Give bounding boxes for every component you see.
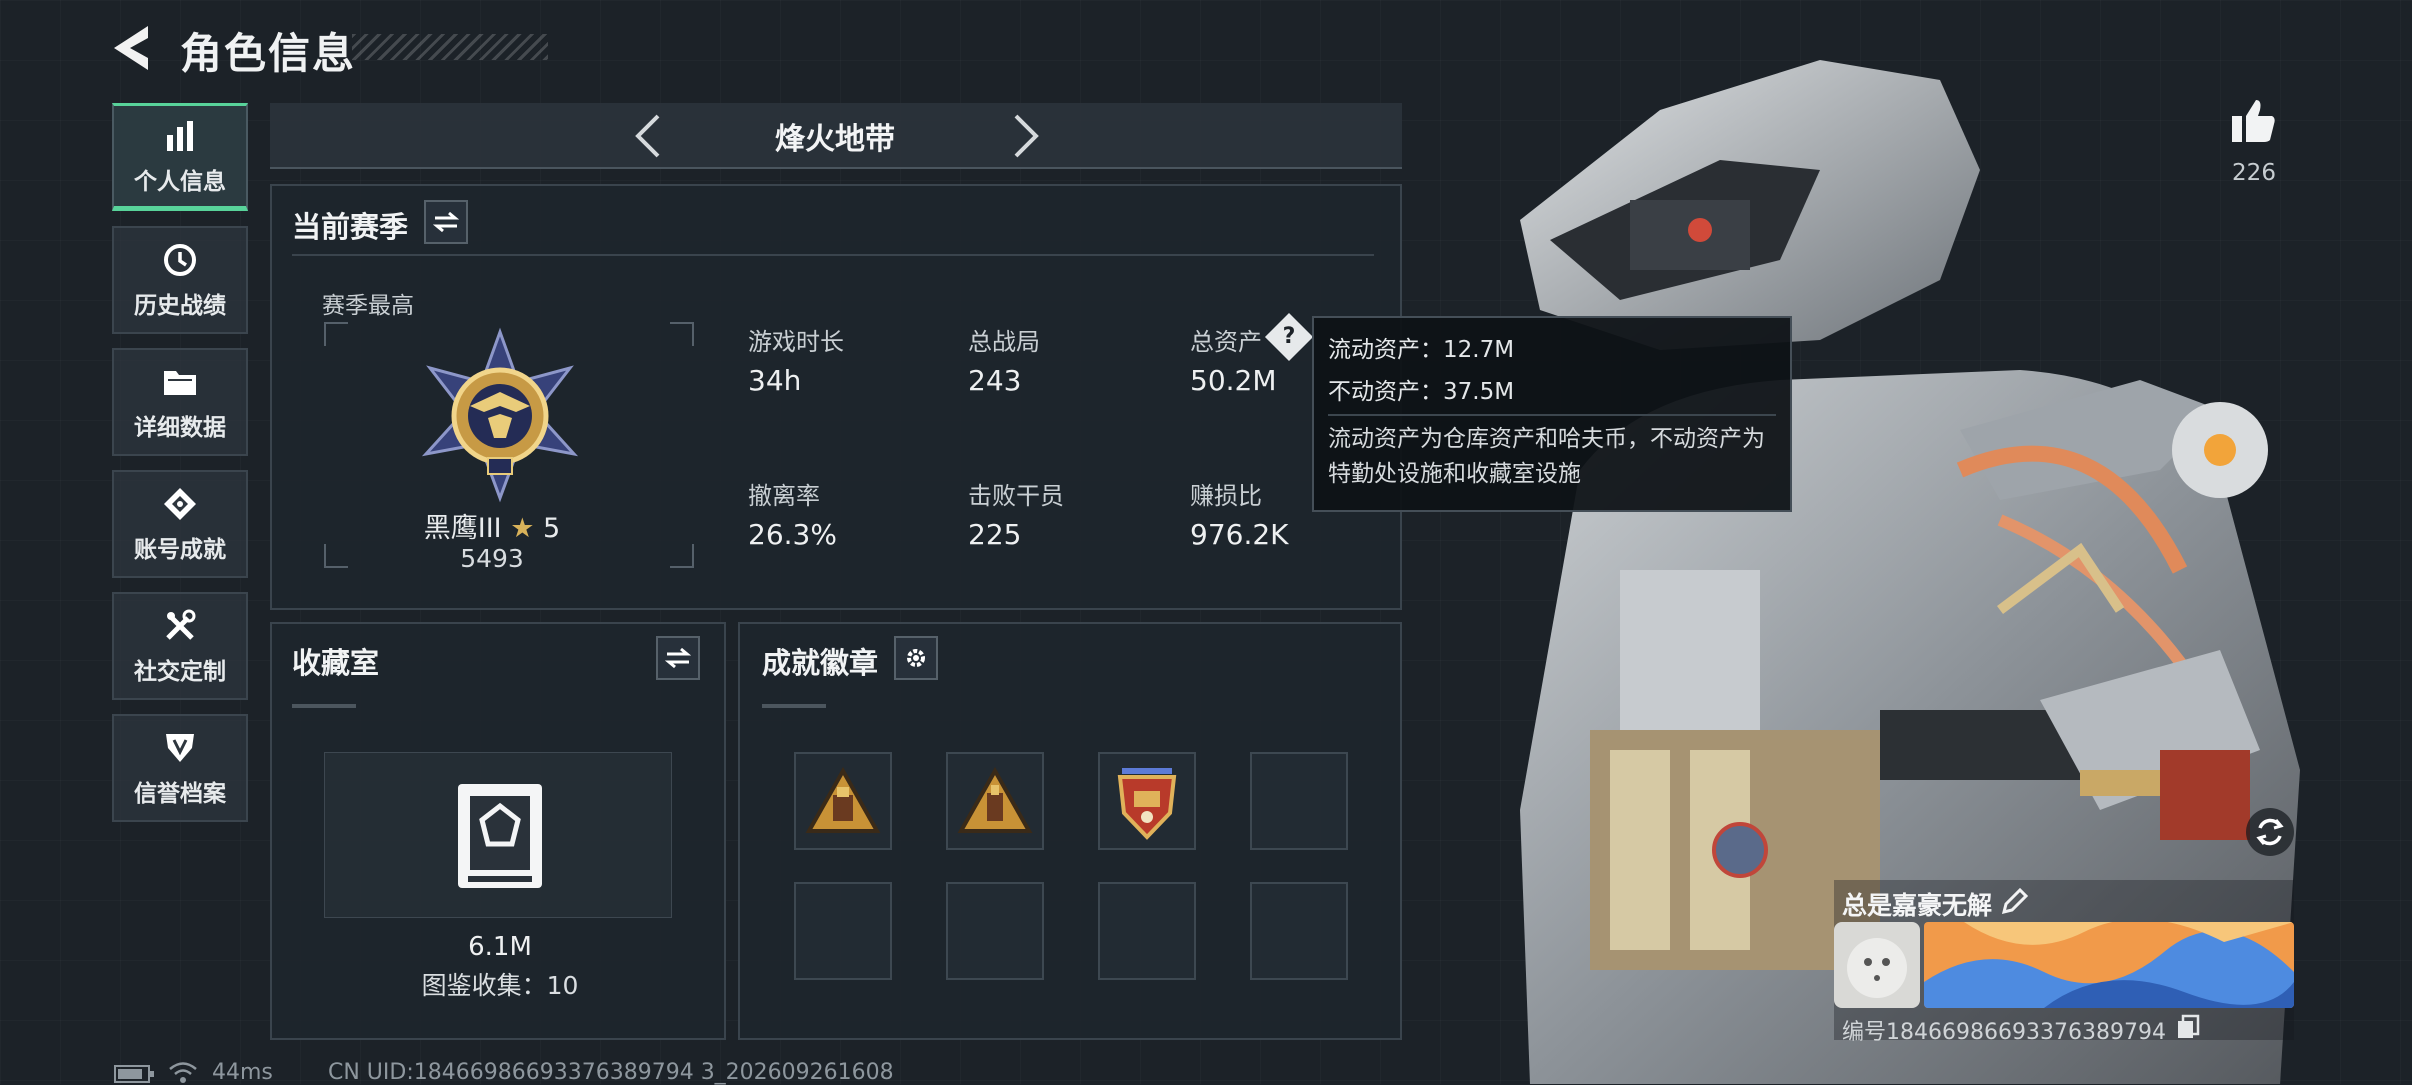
divider [292,254,1374,256]
badge-slot[interactable] [1250,882,1348,980]
like-count: 226 [2232,160,2276,186]
sidebar-item-personal-info[interactable]: 个人信息 [112,103,248,211]
achievement-icon [160,484,200,524]
sidebar-item-detail-data[interactable]: 详细数据 [112,348,248,456]
rank-name: 黑鹰III [423,513,502,544]
collection-title: 收藏室 [292,646,380,680]
triangle-badge-icon [805,767,881,833]
shield-icon [160,728,200,768]
sidebar-item-credit[interactable]: 信誉档案 [112,714,248,822]
stat-value: 225 [968,518,1022,551]
stat-value: 976.2K [1190,518,1289,551]
stat-value: 34h [748,364,802,397]
collection-switch-button[interactable] [656,636,700,680]
emblem-badge-icon [1117,768,1177,840]
badge-slot[interactable] [946,882,1044,980]
player-avatar[interactable] [1834,922,1920,1008]
player-name: 总是嘉豪无解 [1842,891,1993,920]
uid-text: CN UID:18466986693376389794 3_2026092616… [328,1060,894,1085]
frame-corner [324,322,348,346]
badge-slot[interactable] [794,882,892,980]
stat-value: 26.3% [748,518,837,551]
mode-label: 烽火地带 [775,122,895,157]
badges-panel: 成就徽章 [738,622,1402,1040]
stat-label: 总资产 [1190,328,1262,356]
sidebar-item-achievements[interactable]: 账号成就 [112,470,248,578]
sidebar-item-label: 详细数据 [134,415,226,441]
prev-mode-icon[interactable] [622,108,678,164]
page-title: 角色信息 [180,29,357,78]
sidebar-item-social[interactable]: 社交定制 [112,592,248,700]
copy-icon[interactable] [2176,1014,2200,1040]
badge-slot[interactable] [1250,752,1348,850]
badge-slot[interactable] [1098,752,1196,850]
badge-slot[interactable] [946,752,1044,850]
title-decoration [352,34,548,60]
title-underline [292,704,356,708]
collection-value: 6.1M [468,932,532,962]
badge-slot[interactable] [794,752,892,850]
edit-pencil-icon[interactable] [2000,886,2030,916]
history-clock-icon [160,240,200,280]
swap-icon [433,211,459,233]
asset-tooltip: 流动资产：12.7M 不动资产：37.5M 流动资产为仓库资产和哈夫币，不动资产… [1312,316,1792,512]
stat-label: 总战局 [968,328,1040,356]
stat-label: 撤离率 [748,482,820,510]
player-id: 编号18466986693376389794 [1842,1020,2166,1045]
collection-catalog: 图鉴收集：10 [421,971,579,1000]
bar-chart-icon [160,116,200,156]
wifi-icon [169,1062,197,1083]
title-underline [762,704,826,708]
sidebar-item-label: 信誉档案 [134,781,226,807]
vault-icon [458,784,542,888]
gear-icon [907,649,925,667]
badge-slot[interactable] [1098,882,1196,980]
frame-corner [670,322,694,346]
player-banner[interactable] [1924,922,2294,1008]
rotate-view-button[interactable] [2246,808,2294,856]
frame-corner [670,544,694,568]
frame-corner [324,544,348,568]
battery-icon [114,1065,154,1083]
stat-label: 赚损比 [1190,482,1262,510]
swap-icon [665,647,691,669]
back-arrow-icon[interactable] [108,22,156,74]
season-title: 当前赛季 [292,210,409,244]
banner-art-image [1924,922,2294,1008]
season-panel: 当前赛季 赛季最高 黑鹰III ★ 5 5493 游戏时长 34h 总战局 24… [270,184,1402,610]
badges-settings-button[interactable] [894,636,938,680]
rank-stars: 5 [543,513,561,544]
stat-label: 击败干员 [968,482,1064,510]
collection-panel: 收藏室 6.1M 图鉴收集：10 [270,622,726,1040]
stat-value: 243 [968,364,1022,397]
sidebar-item-label: 社交定制 [134,659,226,685]
season-best-label: 赛季最高 [322,293,414,319]
season-switch-button[interactable] [424,200,468,244]
sidebar-item-label: 个人信息 [134,169,226,195]
rank-medal-icon [421,327,579,503]
rank-name-row: 黑鹰III ★ 5 [372,506,612,545]
star-icon: ★ [510,513,535,544]
tooltip-description: 流动资产为仓库资产和哈夫币，不动资产为特勤处设施和收藏室设施 [1328,426,1765,487]
avatar-face-icon [1847,938,1907,998]
sidebar-item-label: 历史战绩 [134,293,226,319]
tools-icon [160,606,200,646]
question-icon: ? [1282,324,1296,349]
folder-icon [160,362,200,402]
triangle-badge-icon [957,767,1033,833]
stat-value: 50.2M [1190,364,1277,397]
ping-value: 44ms [212,1060,273,1085]
sidebar-item-label: 账号成就 [134,537,226,563]
badges-title: 成就徽章 [762,646,879,680]
rotate-icon [2256,818,2284,846]
tooltip-fixed-assets: 不动资产：37.5M [1328,379,1515,405]
tooltip-liquid-assets: 流动资产：12.7M [1328,337,1515,363]
sidebar-item-history[interactable]: 历史战绩 [112,226,248,334]
next-mode-icon[interactable] [996,108,1052,164]
thumbs-up-icon[interactable] [2228,96,2278,146]
rank-score: 5493 [460,544,524,573]
stat-label: 游戏时长 [748,328,844,356]
tooltip-divider [1328,414,1776,416]
